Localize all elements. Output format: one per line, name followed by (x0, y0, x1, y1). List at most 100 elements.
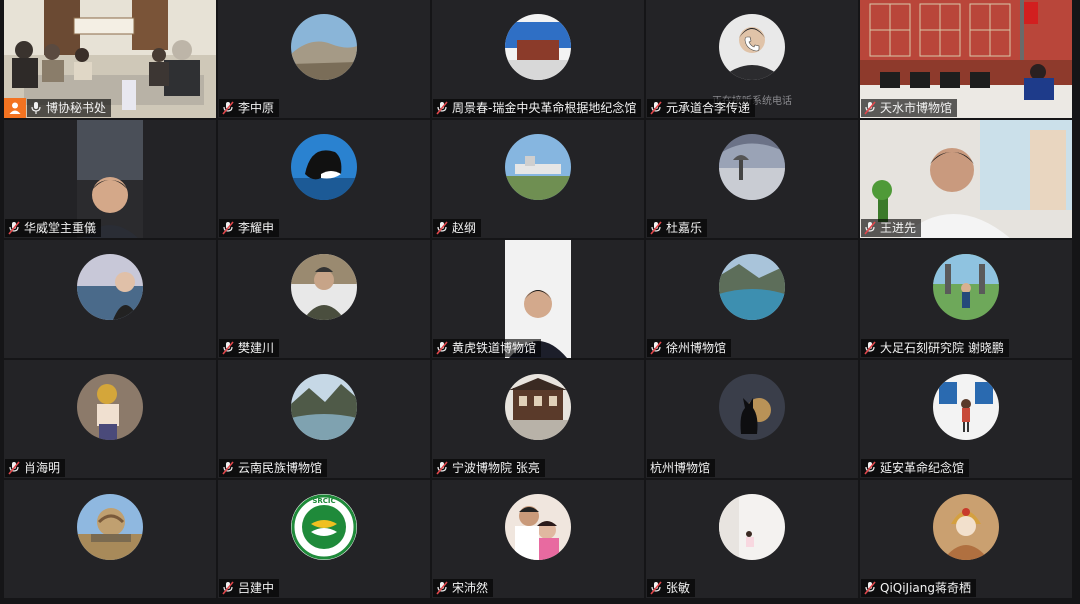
microphone-muted-icon (650, 341, 662, 355)
microphone-muted-icon (222, 581, 234, 595)
participant-nameplate: 大足石刻研究院 谢晓鹏 (861, 339, 1009, 357)
microphone-muted-icon (650, 581, 662, 595)
participant-name: 樊建川 (238, 341, 275, 355)
participant-nameplate: 杭州博物馆 (647, 459, 716, 477)
participant-name: 云南民族博物馆 (238, 461, 323, 475)
participant-tile[interactable] (4, 240, 216, 358)
microphone-muted-icon (222, 341, 234, 355)
participant-nameplate: 延安革命纪念馆 (861, 459, 970, 477)
microphone-muted-icon (8, 461, 20, 475)
participant-tile[interactable]: 正在接听系统电话 元承道合李传递 (646, 0, 858, 118)
participant-tile[interactable]: 天水市博物馆 (860, 0, 1072, 118)
participant-tile[interactable]: 华威堂主重儀 (4, 120, 216, 238)
microphone-muted-icon (436, 101, 448, 115)
participant-tile[interactable]: 大足石刻研究院 谢晓鹏 (860, 240, 1072, 358)
participant-nameplate: QiQiJiang蒋奇栖 (861, 579, 977, 597)
participant-tile[interactable]: 宁波博物院 张亮 (432, 360, 644, 478)
microphone-muted-icon (650, 221, 662, 235)
participant-nameplate: 天水市博物馆 (861, 99, 958, 117)
microphone-muted-icon (436, 461, 448, 475)
participant-tile[interactable]: 赵纲 (432, 120, 644, 238)
participant-avatar (505, 494, 571, 560)
participant-tile[interactable]: 博协秘书处 (4, 0, 216, 118)
microphone-muted-icon (436, 581, 448, 595)
microphone-muted-icon (864, 461, 876, 475)
participant-name: 徐州博物馆 (666, 341, 727, 355)
participant-avatar (719, 254, 785, 320)
participant-name: 宁波博物院 张亮 (452, 461, 540, 475)
microphone-muted-icon (864, 221, 876, 235)
participant-tile[interactable]: 王进先 (860, 120, 1072, 238)
participant-avatar: SRCIC (291, 494, 357, 560)
participant-nameplate: 赵纲 (433, 219, 482, 237)
participant-tile[interactable]: 肖海明 (4, 360, 216, 478)
participant-name: 李耀申 (238, 221, 275, 235)
participant-tile[interactable]: SRCIC 吕建中 (218, 480, 430, 598)
participant-tile[interactable]: 樊建川 (218, 240, 430, 358)
participant-avatar (291, 14, 357, 80)
participant-tile[interactable]: 张敏 (646, 480, 858, 598)
participant-nameplate: 杜嘉乐 (647, 219, 708, 237)
participant-name: 天水市博物馆 (880, 101, 953, 115)
participant-nameplate: 樊建川 (219, 339, 280, 357)
participant-tile[interactable]: 杭州博物馆 (646, 360, 858, 478)
phone-call-icon (744, 36, 760, 52)
participant-nameplate: 华威堂主重儀 (5, 219, 102, 237)
host-icon (4, 98, 26, 118)
participant-nameplate: 云南民族博物馆 (219, 459, 328, 477)
participant-avatar (77, 254, 143, 320)
participant-name: QiQiJiang蒋奇栖 (880, 581, 972, 595)
participant-nameplate: 博协秘书处 (27, 99, 112, 117)
participant-nameplate: 李耀申 (219, 219, 280, 237)
participant-name: 吕建中 (238, 581, 275, 595)
microphone-muted-icon (864, 341, 876, 355)
participant-nameplate: 吕建中 (219, 579, 280, 597)
participant-nameplate: 徐州博物馆 (647, 339, 732, 357)
participant-name: 王进先 (880, 221, 917, 235)
participant-name: 杭州博物馆 (650, 461, 711, 475)
participant-tile[interactable]: 周景春-瑞金中央革命根据地纪念馆 (432, 0, 644, 118)
participant-name: 周景春-瑞金中央革命根据地纪念馆 (452, 101, 637, 115)
participant-nameplate: 黄虎铁道博物馆 (433, 339, 542, 357)
microphone-muted-icon (436, 341, 448, 355)
participant-tile[interactable]: 延安革命纪念馆 (860, 360, 1072, 478)
participant-nameplate: 王进先 (861, 219, 922, 237)
participant-tile[interactable]: 云南民族博物馆 (218, 360, 430, 478)
participant-name: 华威堂主重儀 (24, 221, 97, 235)
participant-tile[interactable]: 李耀申 (218, 120, 430, 238)
participant-name: 肖海明 (24, 461, 61, 475)
participant-avatar (77, 374, 143, 440)
participant-nameplate: 张敏 (647, 579, 696, 597)
participant-tile[interactable]: 宋沛然 (432, 480, 644, 598)
participant-avatar (505, 134, 571, 200)
participant-avatar (719, 374, 785, 440)
participant-avatar (291, 254, 357, 320)
participant-name: 博协秘书处 (46, 101, 107, 115)
participant-avatar (933, 374, 999, 440)
participant-name: 延安革命纪念馆 (880, 461, 965, 475)
participant-name: 李中原 (238, 101, 275, 115)
participant-avatar (291, 374, 357, 440)
participant-nameplate: 肖海明 (5, 459, 66, 477)
participant-avatar (933, 494, 999, 560)
participant-tile[interactable]: 黄虎铁道博物馆 (432, 240, 644, 358)
participant-avatar (291, 134, 357, 200)
participant-nameplate: 周景春-瑞金中央革命根据地纪念馆 (433, 99, 642, 117)
participant-tile[interactable]: 杜嘉乐 (646, 120, 858, 238)
participant-tile[interactable]: QiQiJiang蒋奇栖 (860, 480, 1072, 598)
participant-avatar (719, 134, 785, 200)
participant-tile[interactable]: 徐州博物馆 (646, 240, 858, 358)
microphone-muted-icon (222, 101, 234, 115)
participant-avatar (719, 494, 785, 560)
participant-avatar (933, 254, 999, 320)
microphone-muted-icon (222, 461, 234, 475)
microphone-muted-icon (864, 581, 876, 595)
microphone-icon (30, 101, 42, 115)
microphone-muted-icon (436, 221, 448, 235)
participant-name: 赵纲 (452, 221, 477, 235)
participant-name: 大足石刻研究院 谢晓鹏 (880, 341, 1004, 355)
participant-tile[interactable]: 李中原 (218, 0, 430, 118)
participant-tile[interactable] (4, 480, 216, 598)
microphone-muted-icon (650, 101, 662, 115)
microphone-muted-icon (864, 101, 876, 115)
